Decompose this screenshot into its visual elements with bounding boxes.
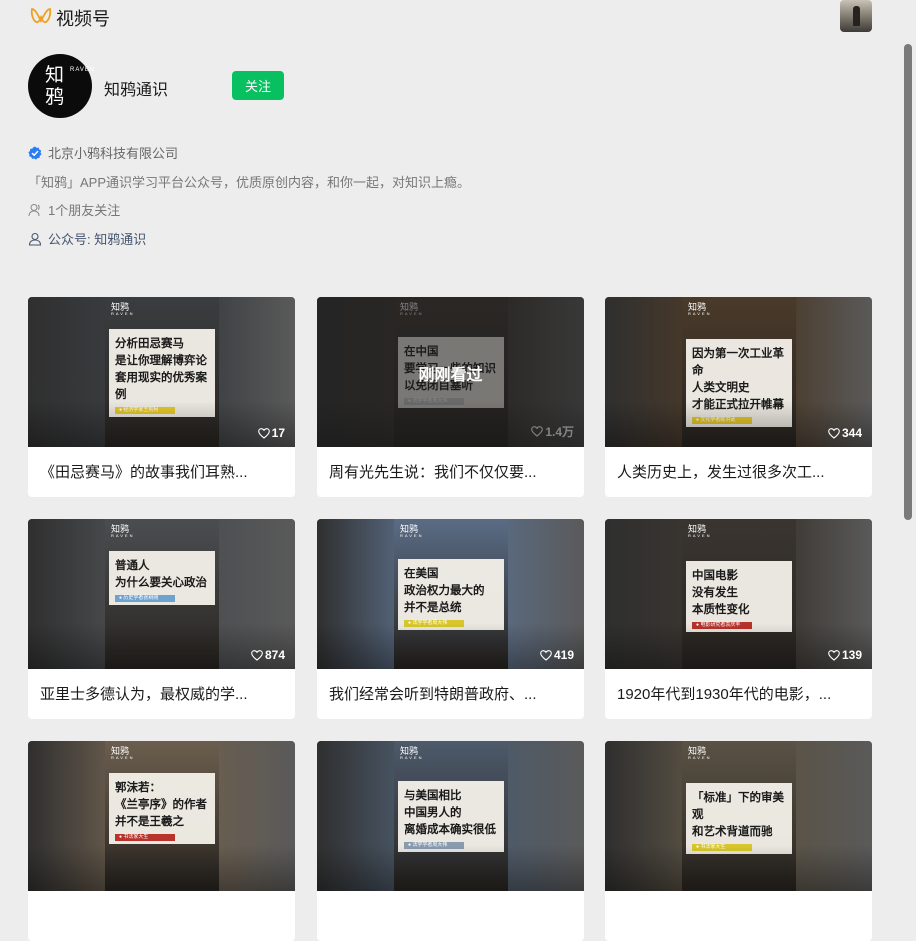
video-thumbnail[interactable]: 知鸦 RAVEN 普通人 为什么要关心政治 ● 历史学者张树刚 874 bbox=[28, 519, 295, 669]
poster-headline: 与美国相比 中国男人的 离婚成本确实很低 bbox=[404, 788, 496, 836]
follow-button[interactable]: 关注 bbox=[232, 71, 284, 100]
poster-brand-en: RAVEN bbox=[400, 755, 424, 760]
likes-number: 419 bbox=[553, 648, 574, 662]
user-avatar[interactable] bbox=[840, 0, 872, 32]
poster-brand-en: RAVEN bbox=[688, 755, 712, 760]
likes-number: 139 bbox=[841, 648, 862, 662]
video-caption[interactable]: 1920年代到1930年代的电影，... bbox=[617, 683, 860, 704]
profile-description: 「知鸦」APP通识学习平台公众号，优质原创内容，和你一起，对知识上瘾。 bbox=[28, 172, 470, 191]
likes-count: 874 bbox=[251, 648, 285, 662]
verified-icon bbox=[28, 146, 42, 160]
likes-count: 419 bbox=[540, 648, 574, 662]
likes-count: 344 bbox=[828, 426, 862, 440]
verified-info: 北京小鸦科技有限公司 bbox=[28, 143, 178, 162]
video-card[interactable]: 知鸦RAVEN在美国 政治权力最大的 并不是总统● 法学学者周大伟419我们经常… bbox=[317, 519, 584, 719]
video-caption[interactable]: 我们经常会听到特朗普政府、... bbox=[329, 683, 572, 704]
video-thumbnail[interactable]: 知鸦RAVEN分析田忌赛马 是让你理解博弈论 套用现实的优秀案例● 经济学家王则… bbox=[28, 297, 295, 447]
video-card[interactable]: 知鸦RAVEN因为第一次工业革命 人类文明史 才能正式拉开帷幕● 文化学者陈洪武… bbox=[605, 297, 872, 497]
video-caption[interactable]: 人类历史上，发生过很多次工... bbox=[617, 461, 860, 482]
video-card[interactable]: 知鸦RAVEN在中国 要学习一些的知识 以免闭目塞听● 法学学者周大伟1.4万刚… bbox=[317, 297, 584, 497]
watched-label: 刚刚看过 bbox=[418, 367, 483, 384]
heart-icon bbox=[257, 427, 270, 439]
video-thumbnail[interactable]: 知鸦 RAVEN 郭沫若： 《兰亭序》的作者 并不是王羲之 ● 书法家大生 bbox=[28, 741, 295, 891]
poster-brand-en: RAVEN bbox=[111, 533, 135, 538]
likes-number: 17 bbox=[271, 426, 285, 440]
person-icon bbox=[28, 232, 42, 246]
official-account-text: 公众号: 知鸦通识 bbox=[48, 232, 147, 247]
poster-headline: 「标准」下的审美观 和艺术背道而驰 bbox=[692, 790, 784, 838]
top-bar: 视频号 bbox=[0, 0, 916, 34]
video-caption[interactable]: 亚里士多德认为，最权威的学... bbox=[40, 683, 283, 704]
profile-name: 知鸦通识 bbox=[104, 82, 169, 99]
poster-brand-en: RAVEN bbox=[688, 533, 712, 538]
video-caption[interactable]: 周有光先生说：我们不仅仅要... bbox=[329, 461, 572, 482]
description-text: 「知鸦」APP通识学习平台公众号，优质原创内容，和你一起，对知识上瘾。 bbox=[28, 175, 471, 190]
scrollbar-thumb[interactable] bbox=[904, 44, 912, 520]
poster-brand-en: RAVEN bbox=[111, 311, 135, 316]
video-thumbnail[interactable]: 知鸦RAVEN因为第一次工业革命 人类文明史 才能正式拉开帷幕● 文化学者陈洪武… bbox=[605, 297, 872, 447]
profile-avatar: 知鸦 RAVEN bbox=[28, 54, 96, 118]
video-caption[interactable]: 《田忌赛马》的故事我们耳熟... bbox=[40, 461, 283, 482]
heart-icon bbox=[251, 649, 263, 661]
likes-count: 17 bbox=[257, 426, 285, 440]
poster-headline: 在美国 政治权力最大的 并不是总统 bbox=[404, 566, 485, 614]
video-card[interactable]: 知鸦RAVEN分析田忌赛马 是让你理解博弈论 套用现实的优秀案例● 经济学家王则… bbox=[28, 297, 295, 497]
video-card[interactable]: 知鸦 RAVEN 郭沫若： 《兰亭序》的作者 并不是王羲之 ● 书法家大生 bbox=[28, 741, 295, 941]
heart-icon bbox=[828, 649, 840, 661]
verified-org: 北京小鸦科技有限公司 bbox=[48, 146, 179, 161]
poster-headline: 中国电影 没有发生 本质性变化 bbox=[692, 568, 750, 616]
heart-icon bbox=[540, 649, 552, 661]
profile-avatar-logo-text: 知鸦 bbox=[45, 64, 65, 108]
official-account[interactable]: 公众号: 知鸦通识 bbox=[28, 229, 146, 248]
poster-headline: 分析田忌赛马 是让你理解博弈论 套用现实的优秀案例 bbox=[115, 336, 207, 401]
video-card[interactable]: 知鸦RAVEN「标准」下的审美观 和艺术背道而驰● 书法家大生 bbox=[605, 741, 872, 941]
poster-brand-en: RAVEN bbox=[400, 533, 424, 538]
likes-number: 874 bbox=[264, 648, 285, 662]
likes-count: 139 bbox=[828, 648, 862, 662]
video-thumbnail[interactable]: 知鸦RAVEN与美国相比 中国男人的 离婚成本确实很低● 法学学者周大伟 bbox=[317, 741, 584, 891]
heart-icon bbox=[828, 427, 840, 439]
video-thumbnail[interactable]: 知鸦RAVEN在美国 政治权力最大的 并不是总统● 法学学者周大伟419 bbox=[317, 519, 584, 669]
poster-brand-en: RAVEN bbox=[111, 755, 135, 760]
app-title: 视频号 bbox=[56, 9, 110, 29]
friends-text: 1个朋友关注 bbox=[48, 203, 121, 218]
poster-headline: 郭沫若： 《兰亭序》的作者 并不是王羲之 bbox=[115, 780, 207, 828]
profile-avatar-logo-en: RAVEN bbox=[70, 67, 96, 73]
poster-brand-en: RAVEN bbox=[688, 311, 712, 316]
friends-icon bbox=[28, 203, 40, 216]
video-thumbnail[interactable]: 知鸦RAVEN中国电影 没有发生 本质性变化● 电影研究者袁庆丰139 bbox=[605, 519, 872, 669]
poster-tag: ● 历史学者张树刚 bbox=[115, 595, 175, 602]
channels-logo-icon bbox=[30, 8, 52, 24]
video-thumbnail[interactable]: 知鸦RAVEN「标准」下的审美观 和艺术背道而驰● 书法家大生 bbox=[605, 741, 872, 891]
video-thumbnail[interactable]: 知鸦RAVEN在中国 要学习一些的知识 以免闭目塞听● 法学学者周大伟1.4万刚… bbox=[317, 297, 584, 447]
friends-following: 1个朋友关注 bbox=[28, 200, 120, 219]
poster-headline: 普通人 为什么要关心政治 bbox=[115, 558, 207, 589]
poster-tag: ● 书法家大生 bbox=[115, 834, 175, 841]
video-card[interactable]: 知鸦RAVEN中国电影 没有发生 本质性变化● 电影研究者袁庆丰1391920年… bbox=[605, 519, 872, 719]
video-card[interactable]: 知鸦 RAVEN 普通人 为什么要关心政治 ● 历史学者张树刚 874 亚里士多德认为，最… bbox=[28, 519, 295, 719]
likes-number: 344 bbox=[841, 426, 862, 440]
video-card[interactable]: 知鸦RAVEN与美国相比 中国男人的 离婚成本确实很低● 法学学者周大伟 bbox=[317, 741, 584, 941]
